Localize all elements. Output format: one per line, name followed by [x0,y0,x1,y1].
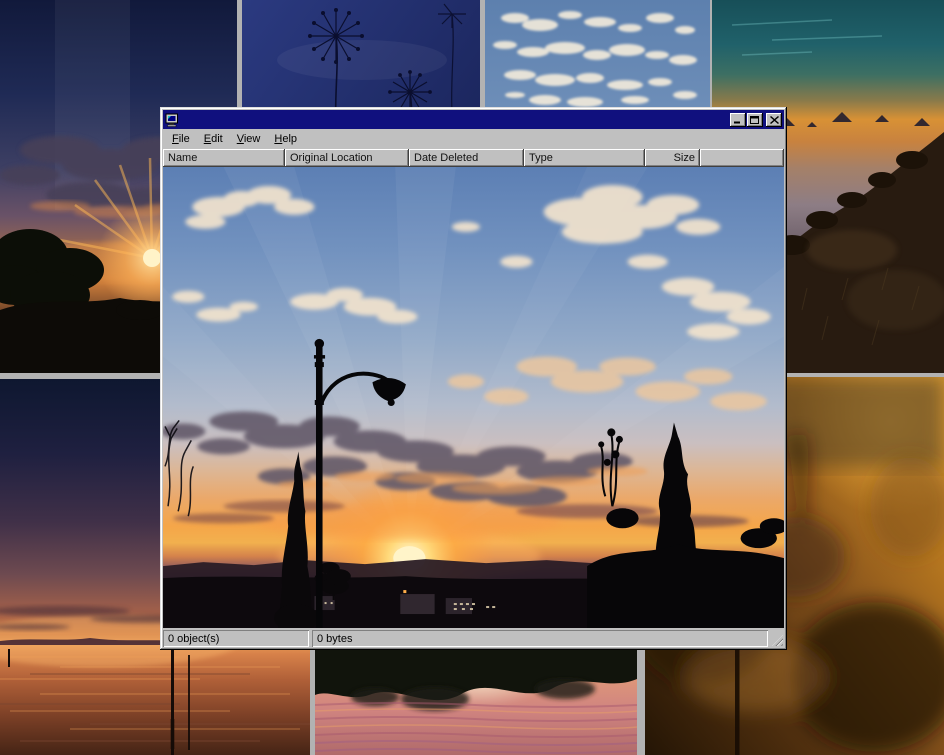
column-header-size[interactable]: Size [645,149,700,167]
column-header-name[interactable]: Name [163,149,285,167]
minimize-button[interactable] [730,113,746,127]
close-icon [770,116,779,124]
menu-file[interactable]: File [165,131,197,147]
menu-edit[interactable]: Edit [197,131,230,147]
file-list-area[interactable] [163,167,784,628]
column-header-original-location[interactable]: Original Location [285,149,409,167]
maximize-icon [750,116,760,124]
computer-window-icon[interactable] [165,113,179,127]
close-button[interactable] [766,113,782,127]
menu-help[interactable]: Help [267,131,304,147]
column-header-bar: Name Original Location Date Deleted Type… [163,149,784,167]
status-bar: 0 object(s) 0 bytes [163,628,784,647]
column-header-filler [700,149,784,167]
menu-view[interactable]: View [230,131,268,147]
resize-grip[interactable] [771,630,784,647]
recycle-bin-window: File Edit View Help Name Original Locati… [160,107,787,650]
maximize-button[interactable] [747,113,763,127]
window-titlebar[interactable] [163,110,784,129]
sunset-lamppost-photo [163,167,784,628]
menu-bar: File Edit View Help [163,129,784,149]
status-byte-count: 0 bytes [312,630,768,647]
minimize-icon [733,116,743,124]
column-header-type[interactable]: Type [524,149,645,167]
status-object-count: 0 object(s) [163,630,309,647]
column-header-date-deleted[interactable]: Date Deleted [409,149,524,167]
